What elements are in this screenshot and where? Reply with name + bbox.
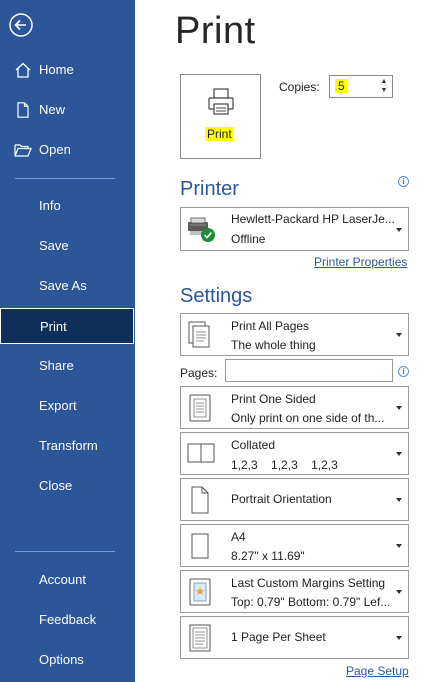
sidebar-item-label: Feedback: [39, 612, 97, 627]
chevron-down-icon: [396, 590, 402, 594]
info-icon[interactable]: i: [398, 366, 409, 377]
printer-icon: [208, 88, 234, 115]
sidebar-item-new[interactable]: New: [0, 92, 135, 128]
one-sided-page-icon: [186, 393, 214, 428]
sidebar-item-info[interactable]: Info: [0, 188, 135, 224]
paper-size-dropdown[interactable]: A4 8.27" x 11.69": [180, 524, 409, 567]
margins-desc: Top: 0.79" Bottom: 0.79" Lef...: [231, 595, 391, 609]
sidebar-item-label: Options: [39, 652, 84, 667]
printer-dropdown[interactable]: Hewlett-Packard HP LaserJe... Offline: [180, 207, 409, 251]
sidebar-item-transform[interactable]: Transform: [0, 428, 135, 464]
one-page-per-sheet-icon: [186, 623, 214, 658]
printer-status: Offline: [231, 232, 266, 246]
sidebar-item-options[interactable]: Options: [0, 642, 135, 678]
sidebar-item-label: Share: [39, 358, 74, 373]
sidebar-item-label: Save: [39, 238, 69, 253]
printer-name: Hewlett-Packard HP LaserJe...: [231, 212, 395, 226]
copies-stepper[interactable]: 5 ▲ ▼: [329, 75, 393, 98]
sidebar-item-label: Save As: [39, 278, 87, 293]
sidebar-item-home[interactable]: Home: [0, 52, 135, 88]
pages-per-sheet-title: 1 Page Per Sheet: [231, 630, 326, 644]
print-sides-title: Print One Sided: [231, 392, 316, 406]
print-range-desc: The whole thing: [231, 338, 316, 352]
copies-value[interactable]: 5: [335, 79, 348, 93]
orientation-title: Portrait Orientation: [231, 492, 332, 506]
sidebar-item-label: Open: [39, 142, 71, 157]
printer-properties-link[interactable]: Printer Properties: [314, 255, 407, 269]
collation-sequence: 1,2,3: [231, 458, 258, 472]
printer-status-icon: [186, 216, 218, 249]
back-arrow-icon: [9, 13, 33, 37]
page-setup-link[interactable]: Page Setup: [346, 664, 409, 678]
chevron-down-icon: [396, 406, 402, 410]
sidebar-item-feedback[interactable]: Feedback: [0, 602, 135, 638]
sidebar-item-label: Print: [40, 319, 67, 334]
print-button[interactable]: Print: [180, 74, 261, 159]
sidebar-item-label: Transform: [39, 438, 98, 453]
chevron-down-icon[interactable]: ▼: [380, 87, 388, 95]
page-title: Print: [175, 10, 256, 52]
sidebar-item-share[interactable]: Share: [0, 348, 135, 384]
sidebar-divider: [15, 178, 115, 179]
sidebar-item-account[interactable]: Account: [0, 562, 135, 598]
chevron-down-icon: [396, 333, 402, 337]
print-button-label: Print: [205, 127, 234, 141]
pages-per-sheet-dropdown[interactable]: 1 Page Per Sheet: [180, 616, 409, 659]
portrait-page-icon: [186, 485, 214, 520]
sidebar-item-save[interactable]: Save: [0, 228, 135, 264]
sidebar-divider: [15, 551, 115, 552]
pages-label: Pages:: [180, 366, 218, 380]
chevron-up-icon[interactable]: ▲: [380, 78, 388, 86]
settings-section-title: Settings: [180, 285, 253, 307]
margins-title: Last Custom Margins Setting: [231, 576, 386, 590]
collation-sequence: 1,2,3: [271, 458, 298, 472]
paper-size-icon: [186, 531, 214, 566]
chevron-down-icon: [396, 498, 402, 502]
chevron-down-icon: [396, 452, 402, 456]
paper-size-title: A4: [231, 530, 246, 544]
backstage-sidebar: Home New Open Info Save Save As Print Sh…: [0, 0, 135, 682]
custom-margins-icon: [186, 577, 214, 612]
sidebar-item-save-as[interactable]: Save As: [0, 268, 135, 304]
sidebar-item-label: Home: [39, 62, 74, 77]
sidebar-item-open[interactable]: Open: [0, 132, 135, 168]
info-icon[interactable]: i: [398, 176, 409, 187]
sidebar-item-close[interactable]: Close: [0, 468, 135, 504]
orientation-dropdown[interactable]: Portrait Orientation: [180, 478, 409, 521]
back-button[interactable]: [6, 10, 36, 40]
new-document-icon: [14, 102, 32, 118]
print-range-dropdown[interactable]: Print All Pages The whole thing: [180, 313, 409, 356]
sidebar-item-label: Export: [39, 398, 77, 413]
chevron-down-icon: [396, 228, 402, 232]
sidebar-item-label: Account: [39, 572, 86, 587]
collation-title: Collated: [231, 438, 276, 452]
print-sides-desc: Only print on one side of th...: [231, 411, 385, 425]
open-folder-icon: [14, 142, 32, 158]
print-range-title: Print All Pages: [231, 319, 310, 333]
collation-desc: 1,2,3 1,2,3 1,2,3: [231, 458, 348, 472]
home-icon: [14, 62, 32, 78]
sidebar-item-export[interactable]: Export: [0, 388, 135, 424]
chevron-down-icon: [396, 636, 402, 640]
margins-dropdown[interactable]: Last Custom Margins Setting Top: 0.79" B…: [180, 570, 409, 613]
collated-pages-icon: [186, 441, 218, 472]
copies-label: Copies:: [279, 80, 320, 94]
paper-size-desc: 8.27" x 11.69": [231, 549, 305, 563]
collation-sequence: 1,2,3: [311, 458, 338, 472]
sidebar-item-label: New: [39, 102, 66, 117]
sidebar-item-print[interactable]: Print: [0, 308, 134, 344]
printer-section-title: Printer: [180, 178, 239, 200]
pages-stack-icon: [186, 320, 214, 355]
chevron-down-icon: [396, 544, 402, 548]
print-pane: Print Print Copies: 5 ▲ ▼ Printer i Hewl…: [135, 0, 428, 682]
sidebar-item-label: Close: [39, 478, 73, 493]
sidebar-item-label: Info: [39, 198, 61, 213]
print-sides-dropdown[interactable]: Print One Sided Only print on one side o…: [180, 386, 409, 429]
pages-input[interactable]: [225, 359, 393, 382]
collation-dropdown[interactable]: Collated 1,2,3 1,2,3 1,2,3: [180, 432, 409, 475]
